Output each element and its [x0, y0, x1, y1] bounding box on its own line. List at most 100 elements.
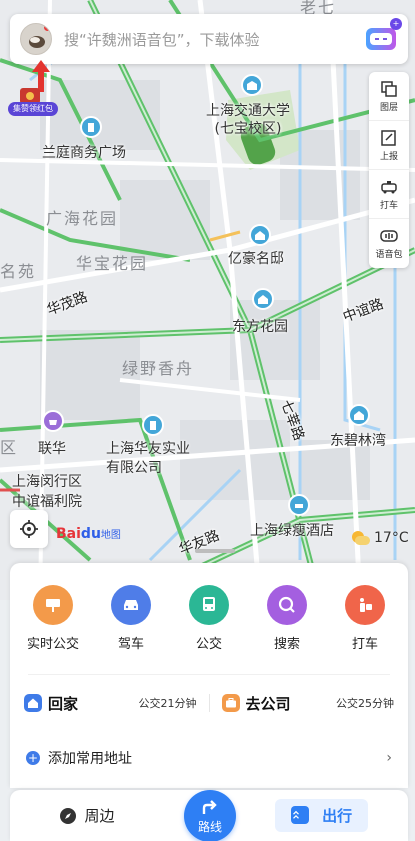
poi-label[interactable]: 亿豪名邸 [228, 248, 284, 268]
bus-stop-icon [33, 585, 73, 625]
poi-label[interactable]: 东方花园 [232, 316, 288, 336]
nav-route-label: 路线 [197, 819, 222, 834]
home-eta: 公交21分钟 [138, 697, 197, 710]
taxi-label: 打车 [379, 200, 398, 211]
map-toolbar: 图层 上报 打车 语音包 [369, 72, 409, 268]
residence-pin-icon[interactable] [348, 404, 370, 426]
nav-trip-wrap: 出行 [255, 799, 408, 832]
drive-button[interactable]: 驾车 [94, 585, 168, 652]
report-label: 上报 [379, 151, 398, 162]
taxi-quick-button[interactable]: 打车 [328, 585, 402, 652]
report-icon [381, 129, 396, 146]
realtime-bus-button[interactable]: 实时公交 [16, 585, 90, 652]
locate-button[interactable] [10, 510, 48, 548]
bottom-nav: 周边 出行 路线 [10, 790, 408, 841]
crosshair-icon [20, 520, 38, 538]
poi-label[interactable]: 上海华友实业 有限公司 [106, 440, 190, 478]
chevron-right-icon: › [386, 750, 392, 766]
search-input[interactable]: 搜“许魏洲语音包”，下载体验 [64, 29, 366, 50]
car-icon [111, 585, 151, 625]
house-icon [258, 295, 268, 304]
search-button[interactable]: 搜索 [250, 585, 324, 652]
layers-button[interactable]: 图层 [369, 72, 409, 121]
office-pin-icon[interactable] [80, 116, 102, 138]
common-places: 回家 公交21分钟 去公司 公交25分钟 [10, 675, 408, 731]
red-packet-label: 集赞领红包 [8, 102, 58, 116]
quick-label: 公交 [195, 637, 222, 652]
area-label: 华宝花园 [76, 254, 149, 273]
voice-badge: + [390, 18, 402, 30]
nav-route-button[interactable]: 路线 [184, 790, 236, 841]
taxi-button[interactable]: 打车 [369, 170, 409, 219]
nav-nearby-label: 周边 [84, 807, 115, 825]
logo-paw: du [80, 526, 101, 542]
taxi-icon [381, 180, 397, 193]
quick-label: 打车 [351, 637, 378, 652]
plus-icon: + [26, 751, 40, 765]
poi-label[interactable]: 联华 [38, 438, 66, 458]
red-packet-promo[interactable]: 集赞领红包 [8, 88, 58, 118]
baidu-map-logo: Baidu地图 [56, 526, 121, 542]
voice-assistant-icon [370, 33, 392, 45]
logo-ditu: 地图 [100, 530, 121, 541]
poi-label[interactable]: 东碧林湾 [330, 430, 386, 450]
weather-widget[interactable]: 17°C [350, 530, 409, 546]
map-view[interactable]: 广海花园 华宝花园 绿野香舟 名苑 老七 区 华茂路 中谊路 七莘路 华友路 上… [0, 0, 415, 600]
residence-pin-icon[interactable] [249, 224, 271, 246]
voice-pack-button[interactable]: 语音包 [369, 219, 409, 268]
university-pin-icon[interactable] [241, 74, 263, 96]
logo-text: Bai [56, 526, 81, 542]
poi-label[interactable]: 兰庭商务广场 [42, 142, 126, 162]
quick-label: 驾车 [117, 637, 144, 652]
briefcase-icon [221, 694, 240, 712]
partly-cloudy-icon [350, 531, 370, 545]
nav-trip[interactable]: 出行 [274, 799, 369, 832]
add-address-row[interactable]: + 添加常用地址 › [10, 731, 408, 785]
temperature: 17°C [374, 530, 409, 546]
house-icon [354, 411, 364, 420]
bottom-panel: 实时公交 驾车 公交 搜索 打车 回家 公交21分钟 去公司 公交25分钟 + … [10, 563, 408, 788]
work-eta: 公交25分钟 [336, 697, 394, 710]
layers-icon [381, 80, 397, 97]
voice-pack-icon [380, 230, 398, 242]
panel-drag-handle[interactable] [195, 549, 235, 553]
compass-icon [59, 807, 76, 824]
residence-pin-icon[interactable] [252, 288, 274, 310]
layers-label: 图层 [379, 102, 398, 113]
divider [208, 694, 210, 712]
route-arrow-icon [202, 799, 217, 814]
poi-label[interactable]: 上海绿瘦酒店 [250, 520, 334, 540]
search-bar[interactable]: 搜“许魏洲语音包”，下载体验 + [10, 14, 408, 64]
basket-icon [49, 420, 57, 425]
bed-icon [295, 504, 303, 508]
search-icon [267, 585, 307, 625]
bus-icon [189, 585, 229, 625]
building-icon [88, 123, 94, 132]
quick-label: 搜索 [273, 637, 300, 652]
quick-label: 实时公交 [26, 637, 79, 652]
voice-assistant-button[interactable]: + [366, 18, 402, 50]
work-label: 去公司 [245, 694, 291, 713]
poi-label[interactable]: 上海闵行区 中谊福利院 [12, 472, 82, 512]
house-icon [255, 231, 265, 240]
work-shortcut[interactable]: 去公司 公交25分钟 [221, 693, 394, 714]
home-icon [24, 694, 42, 712]
shop-pin-icon[interactable] [42, 410, 64, 432]
report-button[interactable]: 上报 [369, 121, 409, 170]
company-pin-icon[interactable] [142, 414, 164, 436]
home-shortcut[interactable]: 回家 公交21分钟 [24, 693, 197, 714]
area-label: 绿野香舟 [122, 359, 195, 378]
voice-pack-label: 语音包 [375, 250, 403, 260]
trip-icon [290, 806, 309, 824]
add-address-label: 添加常用地址 [48, 751, 132, 767]
nav-trip-label: 出行 [322, 807, 353, 825]
poi-label[interactable]: 上海交通大学 (七宝校区) [206, 102, 290, 138]
hotel-pin-icon[interactable] [288, 494, 310, 516]
quick-actions: 实时公交 驾车 公交 搜索 打车 [10, 563, 408, 652]
area-label: 广海花园 [46, 209, 119, 228]
home-label: 回家 [48, 694, 79, 713]
transit-button[interactable]: 公交 [172, 585, 246, 652]
avatar[interactable] [20, 23, 52, 55]
building-icon [150, 421, 156, 430]
nav-nearby[interactable]: 周边 [10, 805, 163, 826]
